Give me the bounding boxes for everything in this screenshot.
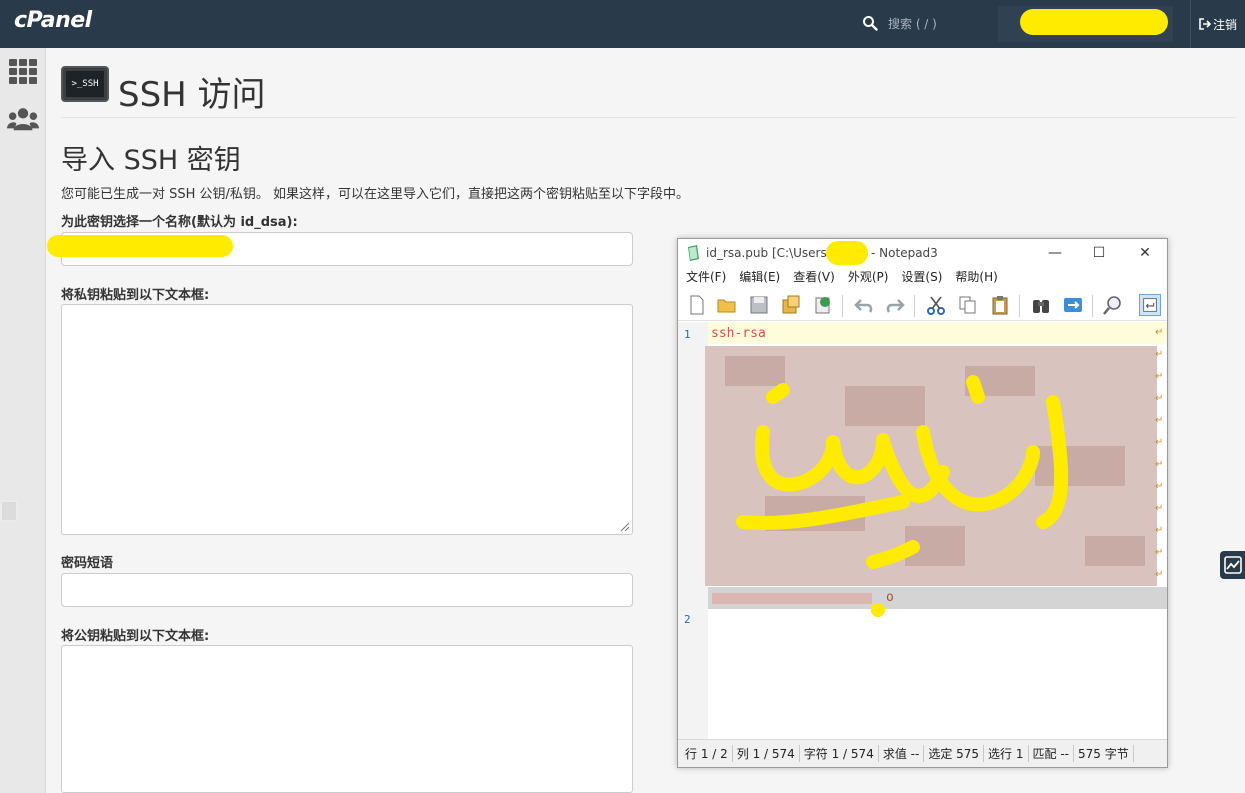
notepad-title: id_rsa.pub [C:\Users\ \.ssh] - Notepad3 bbox=[706, 246, 938, 260]
paste-icon[interactable] bbox=[989, 294, 1011, 316]
grid-icon[interactable] bbox=[7, 57, 39, 87]
divider bbox=[61, 117, 1236, 118]
notepad-toolbar bbox=[678, 289, 1167, 321]
search-box[interactable]: 搜索 ( / ) bbox=[862, 13, 937, 33]
key-name-label: 为此密钥选择一个名称(默认为 id_dsa): bbox=[61, 215, 298, 230]
line-number-gutter: 1 2 bbox=[678, 322, 708, 740]
menu-help[interactable]: 帮助(H) bbox=[955, 267, 997, 287]
menu-settings[interactable]: 设置(S) bbox=[901, 267, 942, 287]
save-as-icon[interactable] bbox=[780, 294, 802, 316]
section-description: 您可能已生成一对 SSH 公钥/私钥。 如果这样，可以在这里导入它们，直接把这两… bbox=[61, 187, 690, 202]
toolbar-separator bbox=[1019, 295, 1020, 317]
close-button[interactable]: ✕ bbox=[1130, 243, 1160, 263]
page-title: SSH 访问 bbox=[118, 75, 266, 115]
notepad-titlebar[interactable]: id_rsa.pub [C:\Users\ \.ssh] - Notepad3 … bbox=[678, 239, 1167, 267]
search-icon bbox=[863, 16, 878, 31]
status-eval: 求值 -- bbox=[879, 745, 925, 762]
status-char: 字符 1 / 574 bbox=[800, 745, 879, 762]
stats-button[interactable] bbox=[1220, 551, 1245, 579]
minimize-button[interactable]: — bbox=[1040, 243, 1070, 263]
notepad-editor[interactable]: 1 2 ssh-rsa o ↵ ↵ ↵ ↵ ↵ ↵ ↵ ↵ ↵ ↵ ↵ ↵ bbox=[678, 322, 1167, 740]
zoom-icon[interactable] bbox=[1102, 294, 1124, 316]
toolbar-separator bbox=[842, 295, 843, 317]
logout-button[interactable]: 注销 bbox=[1190, 0, 1245, 48]
notepad-statusbar: 行 1 / 2 列 1 / 574 字符 1 / 574 求值 -- 选定 57… bbox=[678, 739, 1167, 767]
copy-to-icon[interactable] bbox=[812, 294, 834, 316]
public-key-label: 将公钥粘贴到以下文本框: bbox=[61, 629, 210, 644]
replace-icon[interactable] bbox=[1062, 294, 1084, 316]
toolbar-separator bbox=[914, 295, 915, 317]
status-selected: 选定 575 bbox=[924, 745, 985, 762]
cpanel-logo[interactable]: cPanel bbox=[14, 8, 92, 33]
current-line-highlight bbox=[708, 322, 1167, 344]
redo-icon[interactable] bbox=[884, 294, 906, 316]
menu-file[interactable]: 文件(F) bbox=[686, 267, 726, 287]
private-key-textarea[interactable] bbox=[61, 304, 633, 535]
save-icon[interactable] bbox=[748, 294, 770, 316]
status-line: 行 1 / 2 bbox=[681, 745, 733, 762]
chart-icon bbox=[1223, 556, 1242, 574]
notepad-menubar: 文件(F) 编辑(E) 查看(V) 外观(P) 设置(S) 帮助(H) bbox=[678, 267, 1167, 287]
maximize-button[interactable]: ☐ bbox=[1084, 243, 1114, 263]
resize-handle-icon[interactable] bbox=[618, 520, 630, 532]
sidebar bbox=[0, 48, 46, 793]
undo-icon[interactable] bbox=[853, 294, 875, 316]
users-icon[interactable] bbox=[7, 104, 39, 134]
cut-icon[interactable] bbox=[925, 294, 947, 316]
passphrase-input[interactable] bbox=[61, 573, 633, 607]
redaction-scribble bbox=[826, 241, 868, 265]
redaction-scribble bbox=[47, 235, 233, 257]
search-input[interactable]: 搜索 ( / ) bbox=[888, 15, 937, 32]
status-match: 匹配 -- bbox=[1029, 745, 1074, 762]
redaction-scribble bbox=[1020, 9, 1168, 35]
notepad-app-icon bbox=[688, 245, 699, 261]
private-key-label: 将私钥粘贴到以下文本框: bbox=[61, 288, 210, 303]
status-size: 575 字节 bbox=[1074, 745, 1134, 762]
new-file-icon[interactable] bbox=[686, 294, 708, 316]
logout-label: 注销 bbox=[1212, 17, 1237, 32]
section-title: 导入 SSH 密钥 bbox=[61, 145, 241, 176]
line-number: 1 bbox=[684, 328, 691, 341]
ssh-icon: >_SSH bbox=[61, 66, 109, 102]
word-wrap-icon[interactable] bbox=[1139, 294, 1161, 316]
status-selected-lines: 选行 1 bbox=[984, 745, 1029, 762]
menu-appearance[interactable]: 外观(P) bbox=[848, 267, 889, 287]
top-bar: cPanel 搜索 ( / ) 注销 bbox=[0, 0, 1245, 48]
menu-view[interactable]: 查看(V) bbox=[793, 267, 835, 287]
redaction-scribble bbox=[736, 375, 1069, 617]
copy-icon[interactable] bbox=[957, 294, 979, 316]
code-text: ssh-rsa bbox=[711, 326, 766, 341]
find-icon[interactable] bbox=[1030, 294, 1052, 316]
collapse-handle[interactable] bbox=[0, 500, 18, 522]
passphrase-label: 密码短语 bbox=[61, 556, 114, 571]
menu-edit[interactable]: 编辑(E) bbox=[739, 267, 780, 287]
notepad-window: id_rsa.pub [C:\Users\ \.ssh] - Notepad3 … bbox=[677, 238, 1168, 768]
logout-icon bbox=[1199, 18, 1211, 30]
public-key-textarea[interactable] bbox=[61, 645, 633, 793]
open-folder-icon[interactable] bbox=[716, 294, 738, 316]
status-column: 列 1 / 574 bbox=[733, 745, 800, 762]
wrap-markers: ↵ ↵ ↵ ↵ ↵ ↵ ↵ ↵ ↵ ↵ ↵ ↵ bbox=[1155, 327, 1164, 580]
line-number: 2 bbox=[684, 613, 691, 626]
toolbar-separator bbox=[1092, 295, 1093, 317]
